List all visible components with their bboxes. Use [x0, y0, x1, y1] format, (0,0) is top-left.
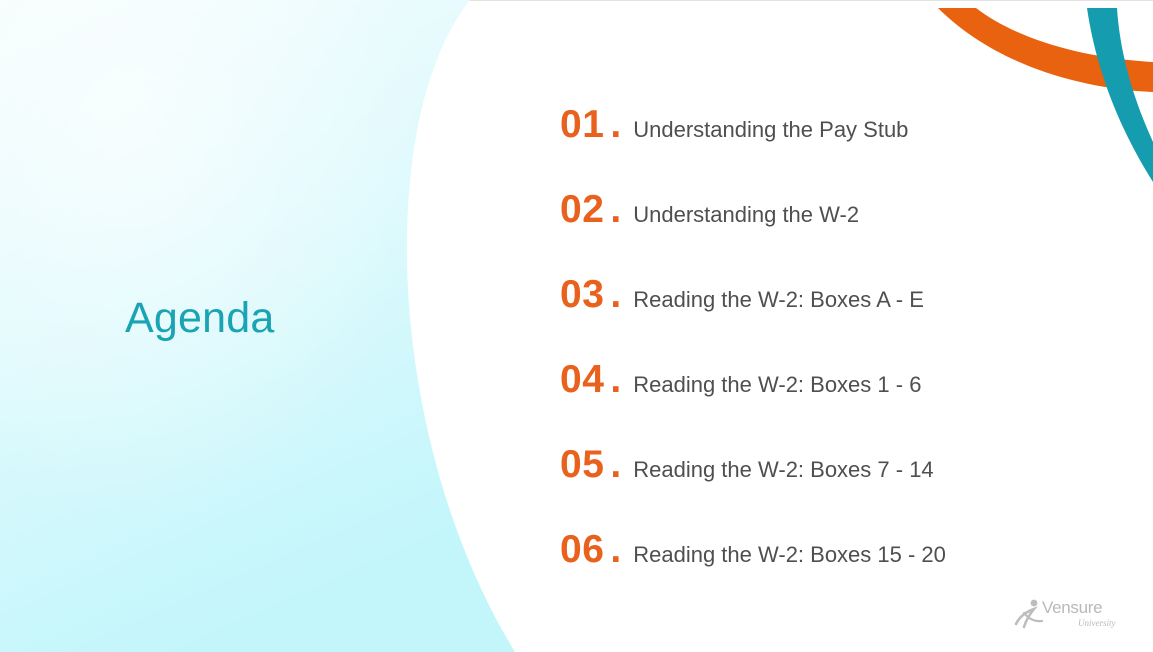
vensure-university-logo: Vensure University — [1012, 594, 1140, 634]
agenda-item-dot: . — [610, 273, 622, 316]
agenda-item-dot: . — [610, 103, 622, 146]
agenda-item-dot: . — [610, 528, 622, 571]
agenda-item: 05. Reading the W-2: Boxes 7 - 14 — [560, 436, 946, 493]
agenda-item: 02. Understanding the W-2 — [560, 181, 946, 238]
agenda-item-number: 04 — [560, 358, 605, 401]
agenda-item-dot: . — [610, 358, 622, 401]
agenda-item-label: Reading the W-2: Boxes 1 - 6 — [633, 372, 922, 397]
agenda-item: 03. Reading the W-2: Boxes A - E — [560, 266, 946, 323]
agenda-item-number: 06 — [560, 528, 605, 571]
agenda-item-number: 05 — [560, 443, 605, 486]
runner-icon — [1014, 599, 1044, 629]
agenda-item-label: Reading the W-2: Boxes 15 - 20 — [633, 542, 946, 567]
agenda-item: 04. Reading the W-2: Boxes 1 - 6 — [560, 351, 946, 408]
teal-swoosh — [1087, 8, 1153, 182]
logo-subtitle: University — [1078, 618, 1116, 628]
agenda-item: 06. Reading the W-2: Boxes 15 - 20 — [560, 521, 946, 578]
agenda-title: Agenda — [125, 294, 275, 342]
agenda-item-label: Understanding the W-2 — [633, 202, 860, 227]
agenda-item-number: 02 — [560, 188, 605, 231]
agenda-item-label: Reading the W-2: Boxes 7 - 14 — [633, 457, 934, 482]
agenda-item-label: Reading the W-2: Boxes A - E — [633, 287, 924, 312]
agenda-item: 01. Understanding the Pay Stub — [560, 96, 946, 153]
logo-wordmark: Vensure — [1042, 598, 1103, 617]
agenda-item-label: Understanding the Pay Stub — [633, 117, 909, 142]
agenda-slide: Agenda 01. Understanding the Pay Stub 02… — [0, 0, 1153, 652]
agenda-list: 01. Understanding the Pay Stub 02. Under… — [560, 96, 946, 606]
agenda-item-dot: . — [610, 443, 622, 486]
agenda-item-number: 03 — [560, 273, 605, 316]
agenda-item-number: 01 — [560, 103, 605, 146]
agenda-item-dot: . — [610, 188, 622, 231]
